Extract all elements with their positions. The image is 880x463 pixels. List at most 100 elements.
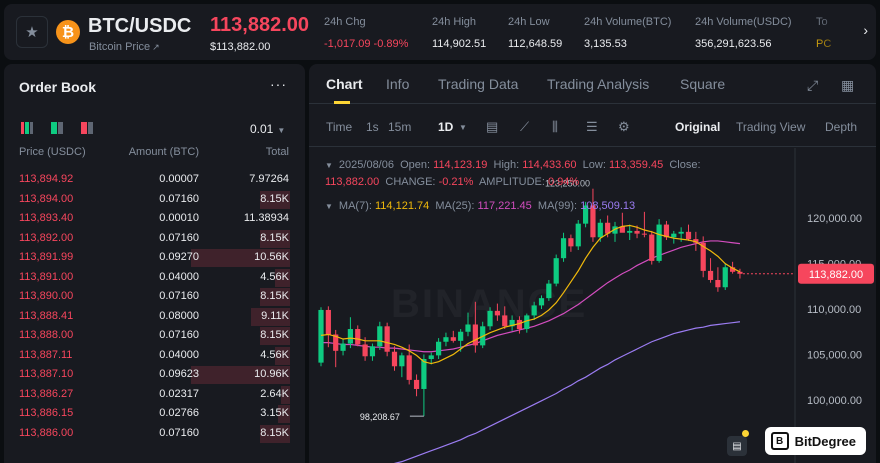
close-label: Close: bbox=[669, 159, 701, 171]
precision-select[interactable]: 0.01 ▼ bbox=[250, 122, 285, 136]
order-book-row[interactable]: 113,894.92 0.00007 7.97264 bbox=[4, 170, 305, 190]
book-both-mode-icon[interactable] bbox=[21, 122, 33, 134]
view-trading-view[interactable]: Trading View bbox=[736, 120, 805, 134]
order-book-row[interactable]: 113,886.00 0.07160 8.15K bbox=[4, 424, 305, 444]
candle-body bbox=[597, 222, 603, 238]
candlestick-chart[interactable]: 95,000.00100,000.00105,000.00110,000.001… bbox=[309, 148, 876, 463]
caret-down-icon: ▼ bbox=[277, 126, 286, 135]
candle-body bbox=[377, 326, 383, 347]
notification-icon[interactable]: ▤ bbox=[727, 436, 747, 456]
bitcoin-price-link[interactable]: Bitcoin Price ↗ bbox=[89, 41, 160, 53]
tab-info[interactable]: Info bbox=[386, 76, 409, 92]
chevron-right-icon[interactable]: › bbox=[863, 22, 868, 38]
stat-24h-volume-btc: 24h Volume(BTC) 3,135.53 bbox=[584, 16, 671, 50]
candle-body bbox=[715, 279, 721, 288]
view-original[interactable]: Original bbox=[675, 120, 720, 134]
ma7-value: 114,121.74 bbox=[374, 200, 430, 212]
tab-chart[interactable]: Chart bbox=[326, 76, 363, 92]
candle-body bbox=[362, 344, 368, 357]
stat-label: 24h Chg bbox=[324, 16, 366, 28]
candle-body bbox=[502, 315, 508, 327]
order-book-rows: 113,894.92 0.00007 7.97264 113,894.00 0.0716… bbox=[4, 170, 305, 443]
row-total: 8.15K bbox=[260, 192, 289, 205]
row-price: 113,888.00 bbox=[19, 329, 74, 341]
candle-body bbox=[369, 346, 376, 357]
stat-24h-volume-usdc: 24h Volume(USDC) 356,291,623.56 bbox=[695, 16, 792, 50]
order-book-row[interactable]: 113,894.00 0.07160 8.15K bbox=[4, 190, 305, 210]
tab-trading-data[interactable]: Trading Data bbox=[438, 76, 518, 92]
row-price: 113,891.00 bbox=[19, 270, 74, 283]
order-book-row[interactable]: 113,893.40 0.00010 11.38934 bbox=[4, 209, 305, 229]
ticker-fade bbox=[810, 10, 850, 54]
stat-24h-high: 24h High 114,902.51 bbox=[432, 16, 486, 50]
close-value: 113,882.00 bbox=[325, 176, 380, 188]
ma99-line bbox=[393, 321, 741, 463]
row-amount: 0.09270 bbox=[159, 251, 199, 263]
candle-body bbox=[428, 355, 434, 359]
candle-body bbox=[450, 337, 456, 341]
view-depth[interactable]: Depth bbox=[825, 120, 857, 134]
order-book-row[interactable]: 113,891.99 0.09270 10.56K bbox=[4, 248, 305, 268]
order-book-row[interactable]: 113,887.10 0.09623 10.96K bbox=[4, 365, 305, 385]
book-bids-mode-icon[interactable] bbox=[51, 122, 63, 134]
current-price-label: 113,882.00 bbox=[809, 269, 863, 281]
order-book-row[interactable]: 113,891.00 0.04000 4.56K bbox=[4, 268, 305, 288]
row-price: 113,894.00 bbox=[19, 192, 74, 205]
candle-body bbox=[538, 298, 545, 306]
bitdegree-logo-icon: B bbox=[770, 432, 789, 450]
candle-body bbox=[737, 271, 743, 274]
tab-square[interactable]: Square bbox=[680, 76, 725, 92]
time-button[interactable]: Time bbox=[326, 120, 352, 134]
calendar-icon[interactable]: ▤ bbox=[486, 119, 498, 135]
row-price: 113,887.11 bbox=[19, 348, 73, 361]
ma25-line bbox=[321, 240, 741, 353]
order-book-row[interactable]: 113,886.27 0.02317 2.64K bbox=[4, 385, 305, 405]
favorite-star-button[interactable]: ★ bbox=[16, 16, 48, 48]
row-total: 4.56K bbox=[260, 270, 289, 283]
row-amount: 0.04000 bbox=[159, 348, 199, 361]
settings-gear-icon[interactable]: ⚙ bbox=[618, 119, 630, 135]
y-axis-tick-label: 100,000.00 bbox=[807, 395, 862, 407]
order-book-row[interactable]: 113,888.00 0.07160 8.15K bbox=[4, 326, 305, 346]
star-icon: ★ bbox=[25, 24, 39, 41]
indicator-chart-icon[interactable]: ⟋ bbox=[520, 119, 529, 135]
drawing-tools-icon[interactable]: ☰ bbox=[586, 119, 598, 135]
grid-layout-icon[interactable]: ▦ bbox=[841, 77, 854, 94]
row-amount: 0.00010 bbox=[159, 212, 199, 224]
notification-dot bbox=[742, 430, 749, 437]
last-price: 113,882.00 bbox=[210, 14, 309, 36]
candle-body bbox=[391, 351, 398, 367]
row-price: 113,886.27 bbox=[19, 387, 74, 400]
expand-icon[interactable]: ⤢ bbox=[807, 77, 818, 94]
order-book-row[interactable]: 113,888.41 0.08000 9.11K bbox=[4, 307, 305, 327]
order-book-row[interactable]: 113,890.00 0.07160 8.15K bbox=[4, 287, 305, 307]
interval-1s[interactable]: 1s bbox=[366, 120, 379, 134]
order-book-row[interactable]: 113,892.00 0.07160 8.15K bbox=[4, 229, 305, 249]
more-options-icon[interactable]: ··· bbox=[270, 76, 287, 92]
candle-body bbox=[707, 270, 714, 280]
candle-body bbox=[399, 355, 405, 367]
book-asks-mode-icon[interactable] bbox=[81, 122, 93, 134]
ma7-line bbox=[320, 224, 741, 365]
candle-body bbox=[413, 379, 420, 389]
ma-legend: ▼ MA(7): 114,121.74 MA(25): 117,221.45 MA… bbox=[325, 200, 635, 212]
order-book-row[interactable]: 113,887.11 0.04000 4.56K bbox=[4, 346, 305, 366]
row-amount: 0.08000 bbox=[159, 309, 199, 322]
interval-1d[interactable]: 1D bbox=[438, 120, 453, 134]
row-price: 113,890.00 bbox=[19, 290, 74, 302]
collapse-caret-icon[interactable]: ▼ bbox=[325, 161, 333, 170]
stat-value: 114,902.51 bbox=[432, 38, 487, 50]
column-total: Total bbox=[265, 146, 289, 158]
candle-body bbox=[575, 223, 581, 247]
collapse-caret-icon[interactable]: ▼ bbox=[325, 202, 333, 211]
bitdegree-badge: B BitDegree bbox=[764, 427, 866, 455]
interval-15m[interactable]: 15m bbox=[388, 120, 411, 134]
candle-type-icon[interactable]: ⫼ bbox=[552, 119, 558, 135]
order-book-row[interactable]: 113,886.15 0.02766 3.15K bbox=[4, 404, 305, 424]
row-amount: 0.07160 bbox=[159, 192, 199, 205]
row-amount: 0.07160 bbox=[159, 231, 199, 244]
tab-trading-analysis[interactable]: Trading Analysis bbox=[547, 76, 649, 92]
caret-down-icon[interactable]: ▼ bbox=[459, 123, 467, 132]
candle-body bbox=[685, 231, 692, 240]
bitcoin-icon: ₿ bbox=[56, 20, 80, 44]
